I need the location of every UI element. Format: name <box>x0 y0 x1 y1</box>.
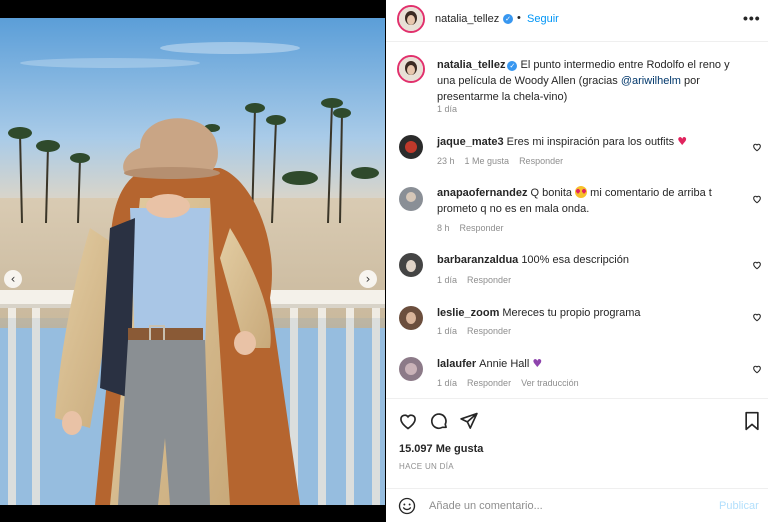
comment-text: Q bonita <box>530 187 573 199</box>
paper-plane-icon[interactable] <box>459 411 479 431</box>
comment-like-heart-icon[interactable] <box>752 260 762 270</box>
verified-badge-icon: ✓ <box>507 61 518 71</box>
post-username[interactable]: natalia_tellez <box>435 13 499 25</box>
comment-text: Annie Hall <box>479 358 530 370</box>
post-header: natalia_tellez ✓ • Seguir ••• <box>386 0 768 42</box>
caption-username[interactable]: natalia_tellez <box>437 59 505 71</box>
avatar[interactable] <box>397 5 425 33</box>
comment-like-heart-icon[interactable] <box>752 364 762 374</box>
comment-meta: 23 h 1 Me gusta Responder <box>437 156 573 166</box>
chevron-right-icon[interactable]: › <box>359 270 377 288</box>
comment-time[interactable]: 1 día <box>437 378 457 388</box>
avatar[interactable] <box>399 253 423 277</box>
post-caption: natalia_tellez ✓ El punto intermedio entre… <box>437 57 747 105</box>
comment-meta: 1 día Responder Ver traducción <box>437 378 589 388</box>
caption-avatar[interactable] <box>397 55 425 83</box>
comment-text: Eres mi inspiración para los outfits <box>506 136 675 148</box>
comment-username[interactable]: barbaranzaldua <box>437 254 518 266</box>
comment-username[interactable]: lalaufer <box>437 358 476 370</box>
comment-text: 100% esa descripción <box>521 254 629 266</box>
add-comment-bar: Publicar <box>386 488 768 522</box>
comment-input[interactable] <box>429 497 709 515</box>
comment-body: anapaofernandez Q bonita mi comentario de… <box>437 185 742 217</box>
comment-time[interactable]: 23 h <box>437 156 455 166</box>
smiley-icon[interactable] <box>398 497 416 515</box>
comment-time[interactable]: 1 día <box>437 275 457 285</box>
avatar[interactable] <box>399 306 423 330</box>
more-options-icon[interactable]: ••• <box>743 10 761 26</box>
caption-mention-link[interactable]: @ariwilhelm <box>621 75 681 87</box>
chevron-left-icon[interactable]: ‹ <box>4 270 22 288</box>
heart-outline-icon[interactable] <box>398 411 418 431</box>
post-date[interactable]: HACE UN DÍA <box>399 462 454 471</box>
heart-eyes-emoji-icon <box>575 186 588 198</box>
post-details-panel: natalia_tellez ✓ • Seguir ••• natalia_te… <box>386 0 768 522</box>
avatar[interactable] <box>399 187 423 211</box>
comment-likes[interactable]: 1 Me gusta <box>465 156 510 166</box>
bookmark-icon[interactable] <box>743 411 761 431</box>
follow-button[interactable]: Seguir <box>527 13 559 25</box>
comment-username[interactable]: leslie_zoom <box>437 307 499 319</box>
reply-button[interactable]: Responder <box>467 378 511 388</box>
comment-time[interactable]: 1 día <box>437 326 457 336</box>
comment-meta: 8 h Responder <box>437 223 514 233</box>
verified-badge-icon: ✓ <box>503 14 513 24</box>
translate-button[interactable]: Ver traducción <box>521 378 579 388</box>
caption-timestamp[interactable]: 1 día <box>437 104 457 114</box>
avatar[interactable] <box>399 135 423 159</box>
reply-button[interactable]: Responder <box>519 156 563 166</box>
comment-meta: 1 día Responder <box>437 326 521 336</box>
reply-button[interactable]: Responder <box>467 275 511 285</box>
comment-time[interactable]: 8 h <box>437 223 450 233</box>
comment-username[interactable]: anapaofernandez <box>437 187 527 199</box>
comment-like-heart-icon[interactable] <box>752 194 762 204</box>
comment-body: jaque_mate3 Eres mi inspiración para los … <box>437 134 737 150</box>
comment-username[interactable]: jaque_mate3 <box>437 136 504 148</box>
publish-button[interactable]: Publicar <box>719 500 759 512</box>
like-count[interactable]: 15.097 Me gusta <box>399 443 483 455</box>
comment-body: lalaufer Annie Hall ♥ <box>437 356 737 372</box>
purple-heart-emoji-icon: ♥ <box>532 357 543 370</box>
comment-meta: 1 día Responder <box>437 275 521 285</box>
comment-body: leslie_zoom Mereces tu propio programa <box>437 305 737 321</box>
reply-button[interactable]: Responder <box>467 326 511 336</box>
comment-body: barbaranzaldua 100% esa descripción <box>437 252 737 268</box>
reply-button[interactable]: Responder <box>460 223 504 233</box>
instagram-post-modal: ‹ › natalia_tellez ✓ • Seguir ••• natali… <box>0 0 768 522</box>
post-photo: ‹ › <box>0 18 385 505</box>
comment-bubble-icon[interactable] <box>429 411 449 431</box>
comment-like-heart-icon[interactable] <box>752 312 762 322</box>
comment-like-heart-icon[interactable] <box>752 142 762 152</box>
comment-text: Mereces tu propio programa <box>502 307 641 319</box>
red-heart-emoji-icon: ♥ <box>677 135 688 148</box>
photo-illustration <box>0 18 385 505</box>
separator: • <box>517 12 521 24</box>
avatar[interactable] <box>399 357 423 381</box>
